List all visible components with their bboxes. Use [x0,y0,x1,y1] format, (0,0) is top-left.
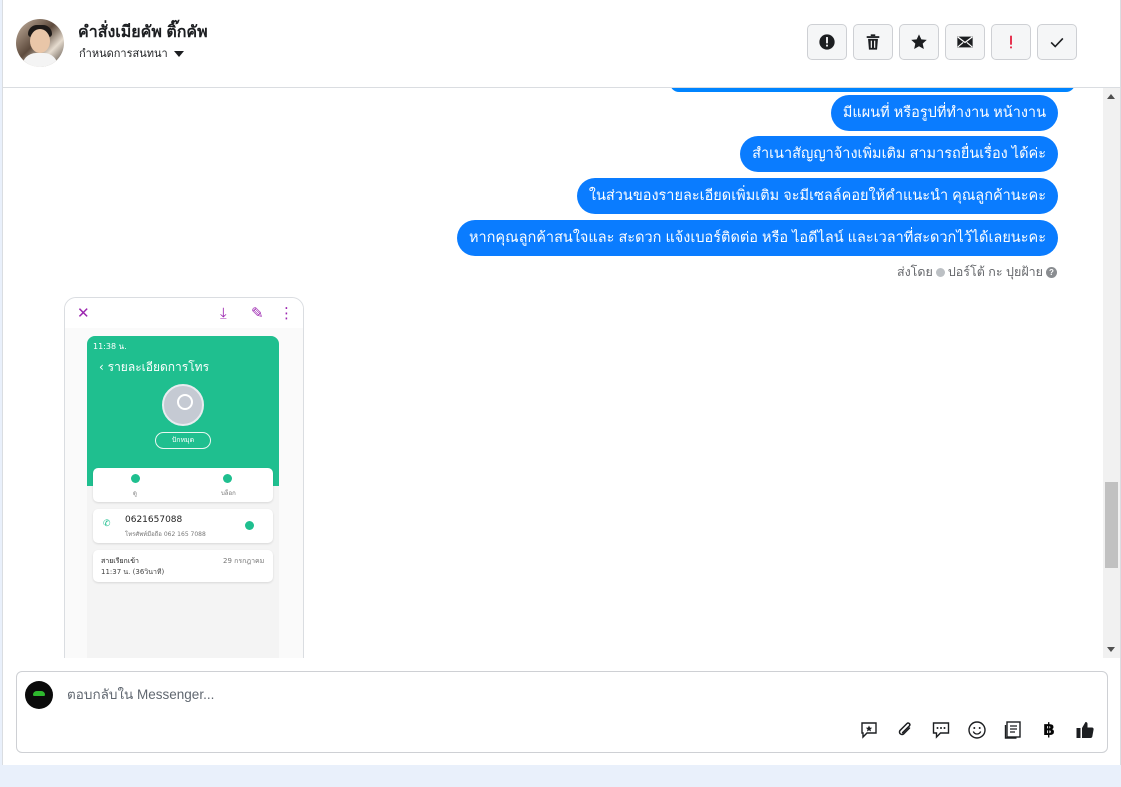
star-button[interactable] [899,24,939,60]
note-icon [131,474,140,483]
saved-reply-button[interactable] [857,718,881,742]
phone-number-card: ✆ 0621657088 โทรศัพท์มือถือ 062 165 7088 [93,509,273,543]
mark-unread-button[interactable] [945,24,985,60]
message-bubble[interactable]: หากคุณลูกค้าสนใจและ สะดวก แจ้งเบอร์ติดต่… [456,220,1058,256]
phone-call-log-card: สายเรียกเข้า 11:37 น. (36วินาที) 29 กรกฎ… [93,550,273,582]
contact-name[interactable]: คำสั่งเมียคัพ ติ๊กคัพ [78,20,208,45]
edit-icon: ✎ [251,304,264,322]
check-icon [1050,37,1064,48]
thread-scrollbar[interactable] [1103,88,1120,658]
saved-reply-icon [861,722,877,739]
message-icon [245,521,254,530]
scroll-down-icon[interactable] [1107,647,1115,652]
trash-icon [866,34,880,50]
caret-down-icon [173,51,184,58]
more-icon: ⋮ [279,304,294,322]
avatar-shirt [22,53,58,67]
emoji-button[interactable] [965,718,989,742]
follow-up-button[interactable] [991,24,1031,60]
sender-name[interactable]: ปอร์โต้ กะ ปุยฝ้าย [948,265,1043,279]
call-time: 11:37 น. (36วินาที) [101,568,165,576]
attach-button[interactable] [893,718,917,742]
like-button[interactable] [1073,718,1097,742]
conversation-header: คำสั่งเมียคัพ ติ๊กคัพ กำหนดการสนทนา [3,0,1120,88]
phone-card-left-label: ดู [133,490,137,497]
phone-chip: ปักหมุด [155,432,211,449]
payment-button[interactable]: ฿ [1037,718,1061,742]
attachment-toolbar: ✕ ⤓ ✎ ⋮ [65,298,303,328]
emoji-icon [968,721,986,739]
composer-tools: ฿ [857,718,1097,742]
spam-icon [819,34,835,50]
phone-actions-card: ดู บล็อก [93,468,273,502]
done-button[interactable] [1037,24,1077,60]
phone-screenshot: 11:38 น. ‹ รายละเอียดการโทร ปักหมุด ดู บ… [87,336,279,658]
phone-number-sub: โทรศัพท์มือถือ 062 165 7088 [125,531,206,538]
call-type: สายเรียกเข้า [101,557,139,565]
like-icon [1076,722,1094,738]
scroll-up-icon[interactable] [1107,94,1115,99]
phone-number: 0621657088 [125,515,183,525]
phone-card-right-label: บล็อก [221,490,236,497]
download-icon: ⤓ [220,304,227,322]
template-icon [1004,721,1021,739]
block-icon [223,474,232,483]
chat-button[interactable] [929,718,953,742]
delete-button[interactable] [853,24,893,60]
assign-conversation-dropdown[interactable]: กำหนดการสนทนา [79,44,184,62]
scrollbar-thumb[interactable] [1105,482,1118,568]
header-actions [807,24,1077,60]
message-bubble[interactable]: สำเนาสัญญาจ้างเพิ่มเติม สามารถยื่นเรื่อง… [740,136,1058,172]
contact-avatar[interactable] [16,19,64,67]
assign-label: กำหนดการสนทนา [79,48,168,60]
message-bubble-partial [670,88,1075,92]
star-icon [911,34,927,50]
sender-avatar-icon [935,268,945,278]
attach-icon [898,722,911,736]
close-icon: ✕ [77,304,90,322]
help-icon[interactable]: ? [1046,267,1057,279]
message-bubble[interactable]: มีแผนที่ หรือรูปที่ทำงาน หน้างาน [830,95,1058,131]
reply-input[interactable] [65,682,969,706]
exclamation-icon [1010,35,1012,49]
message-thread: มีแผนที่ หรือรูปที่ทำงาน หน้างาน สำเนาสั… [3,88,1103,658]
phone-page-title: ‹ รายละเอียดการโทร [99,360,210,374]
avatar-face [30,29,50,53]
messenger-window: คำสั่งเมียคัพ ติ๊กคัพ กำหนดการสนทนา มีแผ… [2,0,1121,765]
envelope-icon [957,36,973,48]
spam-button[interactable] [807,24,847,60]
message-bubble[interactable]: ในส่วนของรายละเอียดเพิ่มเติม จะมีเซลล์คอ… [576,178,1058,214]
phone-icon: ✆ [103,519,111,529]
sent-by-prefix: ส่งโดย [896,265,933,279]
phone-status-time: 11:38 น. [93,342,127,351]
page-avatar [25,681,53,709]
sent-by-note: ส่งโดย ปอร์โต้ กะ ปุยฝ้าย? [897,262,1057,282]
reply-composer: ฿ [16,671,1108,753]
phone-contact-avatar [162,384,204,426]
call-date: 29 กรกฎาคม [223,557,265,565]
image-attachment[interactable]: ✕ ⤓ ✎ ⋮ 11:38 น. ‹ รายละเอียดการโทร ปักห… [64,297,304,658]
chat-bubble-icon [932,722,950,739]
template-button[interactable] [1001,718,1025,742]
phone-title-text: รายละเอียดการโทร [107,360,210,374]
baht-icon: ฿ [1043,720,1055,740]
